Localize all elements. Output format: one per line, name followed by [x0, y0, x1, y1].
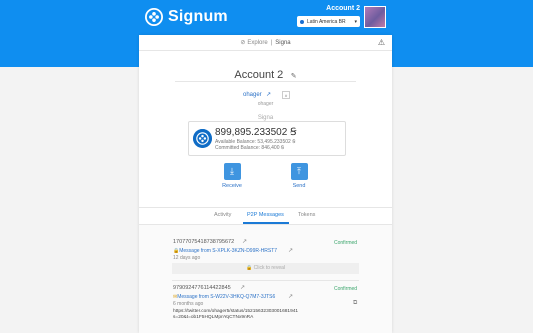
tab-activity[interactable]: Activity	[214, 212, 231, 218]
avatar[interactable]	[364, 6, 386, 28]
lock-icon: 🔒	[245, 265, 253, 271]
message-sender[interactable]: ✉Message from S-W22V-3HKQ-Q7M7-3JTS6	[173, 294, 275, 300]
download-icon: ⤓	[223, 163, 241, 180]
network-status-icon	[300, 19, 304, 24]
reveal-label: Click to reveal	[253, 265, 286, 271]
external-link-icon[interactable]: ↗	[240, 284, 245, 291]
status-badge: Confirmed	[334, 286, 358, 292]
transaction-id[interactable]: 17077075418738795672	[173, 239, 234, 245]
balance-card: 899,895.233502 Ꞩ Available Balance: 53,4…	[188, 121, 346, 156]
reveal-button[interactable]: 🔒 Click to reveal	[172, 263, 359, 274]
breadcrumb-explore[interactable]: Explore	[247, 40, 267, 46]
balance-total: 899,895.233502 Ꞩ	[215, 127, 297, 138]
receive-button[interactable]: ⤓ Receive	[217, 163, 247, 189]
external-link-icon[interactable]: ↗	[288, 247, 293, 254]
sender-label: Message from S-W22V-3HKQ-Q7M7-3JTS6	[177, 294, 276, 300]
send-label: Send	[292, 183, 306, 189]
tab-tokens[interactable]: Tokens	[298, 212, 315, 218]
external-link-icon[interactable]: ↗	[288, 293, 293, 300]
send-button[interactable]: ⤒ Send	[284, 163, 314, 189]
breadcrumb: ⊘ Explore | Signa	[139, 35, 392, 50]
tab-p2p-messages[interactable]: P2P Messages	[247, 212, 284, 218]
divider	[139, 207, 392, 208]
divider	[172, 280, 359, 281]
alias-name[interactable]: ohager	[243, 92, 262, 98]
explore-icon: ⊘	[240, 40, 246, 46]
signum-logo-icon	[145, 8, 163, 26]
upload-icon: ⤒	[290, 163, 308, 180]
warning-icon[interactable]: ⚠	[378, 38, 385, 47]
transaction-id[interactable]: 9790924776114422845	[173, 285, 231, 291]
copy-icon[interactable]: ⧉	[353, 300, 357, 307]
message-text-line2: s=20&t=ob1F5HQLMpnYqCTNx9nRA	[173, 315, 254, 320]
breadcrumb-current: Signa	[275, 39, 291, 46]
brand[interactable]: Signum	[145, 8, 228, 26]
message-timestamp: 6 months ago	[173, 301, 204, 307]
chevron-down-icon: ▾	[354, 18, 357, 25]
edit-icon[interactable]: ✎	[291, 73, 297, 80]
external-link-icon[interactable]: ↗	[242, 238, 247, 245]
account-panel: ⊘ Explore | Signa ⚠ Account 2 ✎ ohager ↗…	[139, 35, 392, 333]
message-list: 17077075418738795672 ↗ Confirmed 🔒Messag…	[139, 225, 392, 333]
signa-coin-icon	[193, 129, 212, 148]
message-timestamp: 12 days ago	[173, 255, 201, 261]
network-label: Latin America BR	[307, 18, 346, 25]
tab-bar: Activity P2P Messages Tokens	[139, 209, 392, 224]
sender-label: Message from S-XPLK-3KZN-D99R-HRST7	[179, 248, 278, 254]
brand-name: Signum	[168, 8, 228, 25]
external-link-icon[interactable]: ↗	[266, 91, 271, 98]
receive-label: Receive	[222, 183, 242, 189]
divider	[175, 81, 356, 82]
divider	[139, 50, 392, 51]
page-title: Account 2	[234, 69, 284, 81]
message-sender[interactable]: 🔒Message from S-XPLK-3KZN-D99R-HRST7	[173, 248, 277, 254]
hash-icon[interactable]: #	[282, 91, 290, 99]
network-selector[interactable]: Latin America BR ▾	[297, 16, 360, 27]
header-account-title: Account 2	[326, 5, 360, 12]
breadcrumb-separator: |	[270, 39, 273, 46]
status-badge: Confirmed	[334, 240, 358, 246]
committed-balance: Committed Balance: 846,400 Ꞩ	[215, 145, 285, 151]
alias-subtitle: ohager	[257, 101, 274, 107]
